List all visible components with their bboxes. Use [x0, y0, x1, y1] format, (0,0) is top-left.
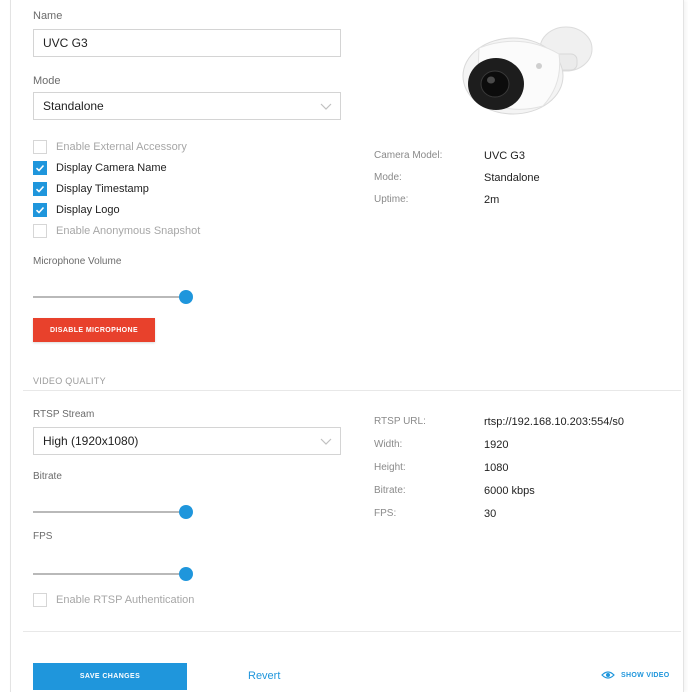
slider-fill	[33, 296, 179, 298]
chevron-down-icon	[320, 103, 332, 110]
bitrate-key: Bitrate:	[374, 485, 406, 496]
width-key: Width:	[374, 439, 403, 450]
enable-rtsp-authentication-checkbox[interactable]: Enable RTSP Authentication	[33, 592, 194, 608]
width-value: 1920	[484, 439, 509, 451]
display-timestamp-checkbox[interactable]: Display Timestamp	[33, 181, 149, 197]
checkbox-label: Display Camera Name	[56, 162, 167, 174]
camera-settings-panel: Name UVC G3 Mode Standalone Enable Exter…	[10, 0, 684, 692]
fps-key: FPS:	[374, 508, 397, 519]
height-key: Height:	[374, 462, 406, 473]
bitrate-slider[interactable]	[33, 504, 193, 520]
bitrate-label: Bitrate	[33, 471, 62, 482]
fps-label: FPS	[33, 531, 53, 542]
save-changes-button[interactable]: Save Changes	[33, 663, 187, 690]
name-input[interactable]: UVC G3	[33, 29, 341, 57]
enable-anonymous-snapshot-checkbox[interactable]: Enable Anonymous Snapshot	[33, 223, 200, 239]
microphone-volume-slider[interactable]	[33, 289, 193, 305]
mode-value: Standalone	[484, 172, 540, 184]
mode-key: Mode:	[374, 172, 402, 183]
slider-knob[interactable]	[179, 505, 193, 519]
video-quality-heading: Video Quality	[33, 376, 106, 386]
microphone-volume-label: Microphone Volume	[33, 256, 122, 267]
height-value: 1080	[484, 462, 509, 474]
slider-fill	[33, 511, 179, 513]
display-logo-checkbox[interactable]: Display Logo	[33, 202, 120, 218]
rtsp-stream-select[interactable]: High (1920x1080)	[33, 427, 341, 455]
enable-external-accessory-checkbox[interactable]: Enable External Accessory	[33, 139, 187, 155]
section-divider	[23, 390, 681, 391]
uptime-key: Uptime:	[374, 194, 409, 205]
slider-knob[interactable]	[179, 567, 193, 581]
mode-select-value: Standalone	[43, 99, 104, 113]
rtsp-url-value: rtsp://192.168.10.203:554/s0	[484, 416, 625, 428]
rtsp-stream-label: RTSP Stream	[33, 409, 95, 420]
name-label: Name	[33, 10, 63, 22]
checkmark-icon	[33, 182, 47, 196]
slider-knob[interactable]	[179, 290, 193, 304]
rtsp-stream-value: High (1920x1080)	[43, 434, 139, 448]
mode-label: Mode	[33, 75, 61, 87]
checkbox-box	[33, 224, 47, 238]
checkbox-box	[33, 140, 47, 154]
checkbox-box	[33, 593, 47, 607]
footer-divider	[23, 631, 681, 632]
checkbox-label: Enable RTSP Authentication	[56, 594, 195, 606]
checkmark-icon	[33, 161, 47, 175]
disable-microphone-button[interactable]: Disable Microphone	[33, 318, 155, 342]
checkbox-label: Enable External Accessory	[56, 141, 187, 153]
show-video-label: Show Video	[621, 671, 670, 679]
rtsp-url-key: RTSP URL:	[374, 416, 426, 427]
uptime-value: 2m	[484, 194, 500, 206]
camera-model-key: Camera Model:	[374, 150, 443, 161]
checkbox-label: Enable Anonymous Snapshot	[56, 225, 201, 237]
checkbox-label: Display Timestamp	[56, 183, 149, 195]
display-camera-name-checkbox[interactable]: Display Camera Name	[33, 160, 167, 176]
camera-product-image	[462, 26, 593, 115]
show-video-link[interactable]: Show Video	[601, 670, 670, 680]
slider-fill	[33, 573, 179, 575]
eye-icon	[601, 671, 615, 679]
fps-value: 30	[484, 508, 497, 520]
checkmark-icon	[33, 203, 47, 217]
camera-model-value: UVC G3	[484, 150, 525, 162]
checkbox-label: Display Logo	[56, 204, 120, 216]
revert-link[interactable]: Revert	[248, 670, 280, 682]
bitrate-value: 6000 kbps	[484, 485, 535, 497]
chevron-down-icon	[320, 438, 332, 445]
fps-slider[interactable]	[33, 566, 193, 582]
mode-select[interactable]: Standalone	[33, 92, 341, 120]
